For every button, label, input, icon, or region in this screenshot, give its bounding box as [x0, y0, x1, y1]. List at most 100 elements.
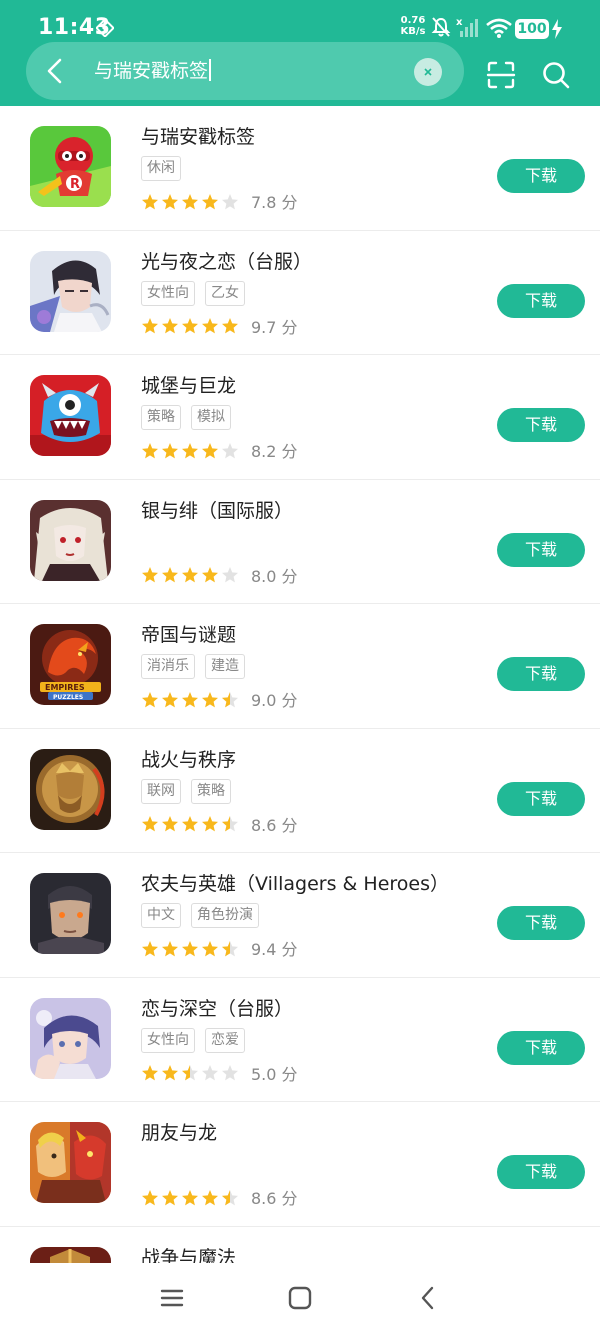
wifi-icon [486, 18, 512, 38]
app-tag: 角色扮演 [191, 903, 259, 928]
battery-icon: 100 [515, 19, 549, 39]
app-rating: 9.4 分 [141, 936, 298, 960]
app-tag: 中文 [141, 903, 181, 928]
star-empty-icon [222, 442, 238, 459]
star-filled-icon [202, 318, 218, 334]
star-filled-icon [202, 816, 218, 832]
star-rating [141, 565, 241, 585]
signal-icon: x [456, 17, 478, 37]
star-filled-icon [162, 940, 178, 957]
app-tag: 休闲 [141, 156, 181, 181]
red-dragon-icon[interactable]: EMPIRES PUZZLES [30, 624, 111, 705]
king-coin-icon[interactable] [30, 748, 111, 830]
search-icon[interactable] [541, 60, 571, 90]
app-row[interactable]: 光与夜之恋（台服） 女性向 乙女 9.7 分 下载 [0, 231, 600, 355]
star-rating [141, 938, 241, 958]
app-tag: 策略 [191, 778, 231, 804]
star-filled-icon [162, 442, 178, 459]
app-row[interactable]: 战火与秩序 联网 策略 8.6 分 下载 [0, 729, 600, 853]
star-filled-icon [162, 193, 178, 210]
star-empty-icon [222, 193, 238, 210]
app-row[interactable]: 恋与深空（台服） 女性向 恋爱 5.0 分 下载 [0, 978, 600, 1102]
star-empty-icon [202, 1065, 218, 1081]
app-rating: 8.2 分 [141, 438, 298, 462]
app-name[interactable]: 朋友与龙 [141, 1118, 217, 1145]
blue-monster-icon[interactable] [30, 375, 111, 456]
app-name[interactable]: 光与夜之恋（台服） [141, 247, 312, 274]
app-name[interactable]: 战火与秩序 [141, 745, 236, 772]
app-row[interactable]: R 与瑞安戳标签 休闲 7.8 分 下载 [0, 106, 600, 231]
clear-icon[interactable] [414, 58, 442, 86]
app-rating: 9.7 分 [141, 314, 298, 338]
app-name[interactable]: 战争与魔法 [141, 1243, 236, 1264]
star-filled-icon [182, 193, 198, 210]
app-tag: 建造 [205, 654, 245, 679]
star-filled-icon [142, 816, 158, 832]
text-cursor [209, 59, 211, 81]
app-tags: 联网 策略 [141, 778, 241, 805]
app-row[interactable]: EMPIRES PUZZLES 帝国与谜题 消消乐 建造 9.0 分 下载 [0, 604, 600, 729]
back-icon[interactable] [38, 56, 72, 86]
app-score: 8.6 分 [251, 1189, 298, 1208]
app-name[interactable]: 城堡与巨龙 [141, 371, 236, 398]
hero-dragon-icon[interactable] [30, 1122, 111, 1203]
app-name[interactable]: 银与绯（国际服） [141, 496, 293, 523]
app-row[interactable]: 农夫与英雄（Villagers & Heroes） 中文 角色扮演 9.4 分 下… [0, 853, 600, 978]
download-button[interactable]: 下载 [497, 657, 585, 691]
download-button[interactable]: 下载 [497, 1030, 585, 1065]
app-tags: 策略 模拟 [141, 405, 241, 431]
app-row[interactable]: 战争与魔法 [0, 1227, 600, 1264]
app-row[interactable]: 银与绯（国际服） 8.0 分 下载 [0, 480, 600, 604]
star-filled-icon [182, 442, 198, 459]
download-button[interactable]: 下载 [497, 408, 585, 442]
app-score: 5.0 分 [251, 1064, 298, 1084]
download-button[interactable]: 下载 [497, 906, 585, 940]
app-name[interactable]: 帝国与谜题 [141, 620, 236, 647]
app-rating: 8.6 分 [141, 812, 298, 836]
download-button[interactable]: 下载 [497, 1155, 585, 1189]
app-row[interactable]: 城堡与巨龙 策略 模拟 8.2 分 下载 [0, 355, 600, 480]
app-score: 9.4 分 [251, 940, 298, 959]
star-filled-icon [182, 691, 198, 708]
ryan-hero-icon[interactable]: R [30, 126, 111, 207]
app-score: 8.0 分 [251, 566, 298, 586]
star-filled-icon [162, 1189, 178, 1206]
star-filled-icon [182, 940, 198, 957]
vampire-girl-icon[interactable] [30, 499, 111, 581]
home-icon[interactable] [285, 1283, 315, 1313]
search-bar[interactable] [26, 42, 464, 100]
app-rating: 5.0 分 [141, 1061, 298, 1085]
star-rating [141, 191, 241, 211]
star-half-icon [222, 940, 238, 957]
star-filled-icon [142, 691, 158, 708]
back-nav-icon[interactable] [413, 1283, 443, 1313]
app-name[interactable]: 与瑞安戳标签 [141, 122, 255, 149]
svg-text:EMPIRES: EMPIRES [45, 683, 85, 692]
anime-boy-icon[interactable] [30, 997, 111, 1079]
star-half-icon [222, 816, 238, 832]
warrior-face-icon[interactable] [30, 873, 111, 954]
star-filled-icon [142, 1065, 158, 1081]
star-filled-icon [202, 442, 218, 459]
app-name[interactable]: 恋与深空（台服） [141, 994, 293, 1021]
app-name[interactable]: 农夫与英雄（Villagers & Heroes） [141, 869, 449, 896]
download-button[interactable]: 下载 [497, 781, 585, 816]
app-tags: 女性向 乙女 [141, 280, 255, 307]
download-button[interactable]: 下载 [497, 283, 585, 318]
war-magic-icon[interactable] [30, 1246, 111, 1263]
download-button[interactable]: 下载 [497, 159, 585, 193]
scan-icon[interactable] [486, 60, 516, 90]
star-filled-icon [202, 1189, 218, 1206]
star-filled-icon [162, 816, 178, 832]
app-rating: 8.0 分 [141, 563, 298, 587]
search-input[interactable]: 与瑞安戳标签 [94, 58, 211, 84]
network-speed-unit: KB/s [400, 26, 426, 37]
download-button[interactable]: 下载 [497, 532, 585, 567]
app-tags: 消消乐 建造 [141, 654, 255, 680]
menu-icon[interactable] [157, 1283, 187, 1313]
search-results-list[interactable]: R 与瑞安戳标签 休闲 7.8 分 下载 光与夜之恋（台服） 女性向 乙女 9.7… [0, 106, 600, 1263]
star-rating [141, 814, 241, 834]
app-score: 9.7 分 [251, 317, 298, 337]
anime-man-icon[interactable] [30, 250, 111, 332]
app-row[interactable]: 朋友与龙 8.6 分 下载 [0, 1102, 600, 1227]
